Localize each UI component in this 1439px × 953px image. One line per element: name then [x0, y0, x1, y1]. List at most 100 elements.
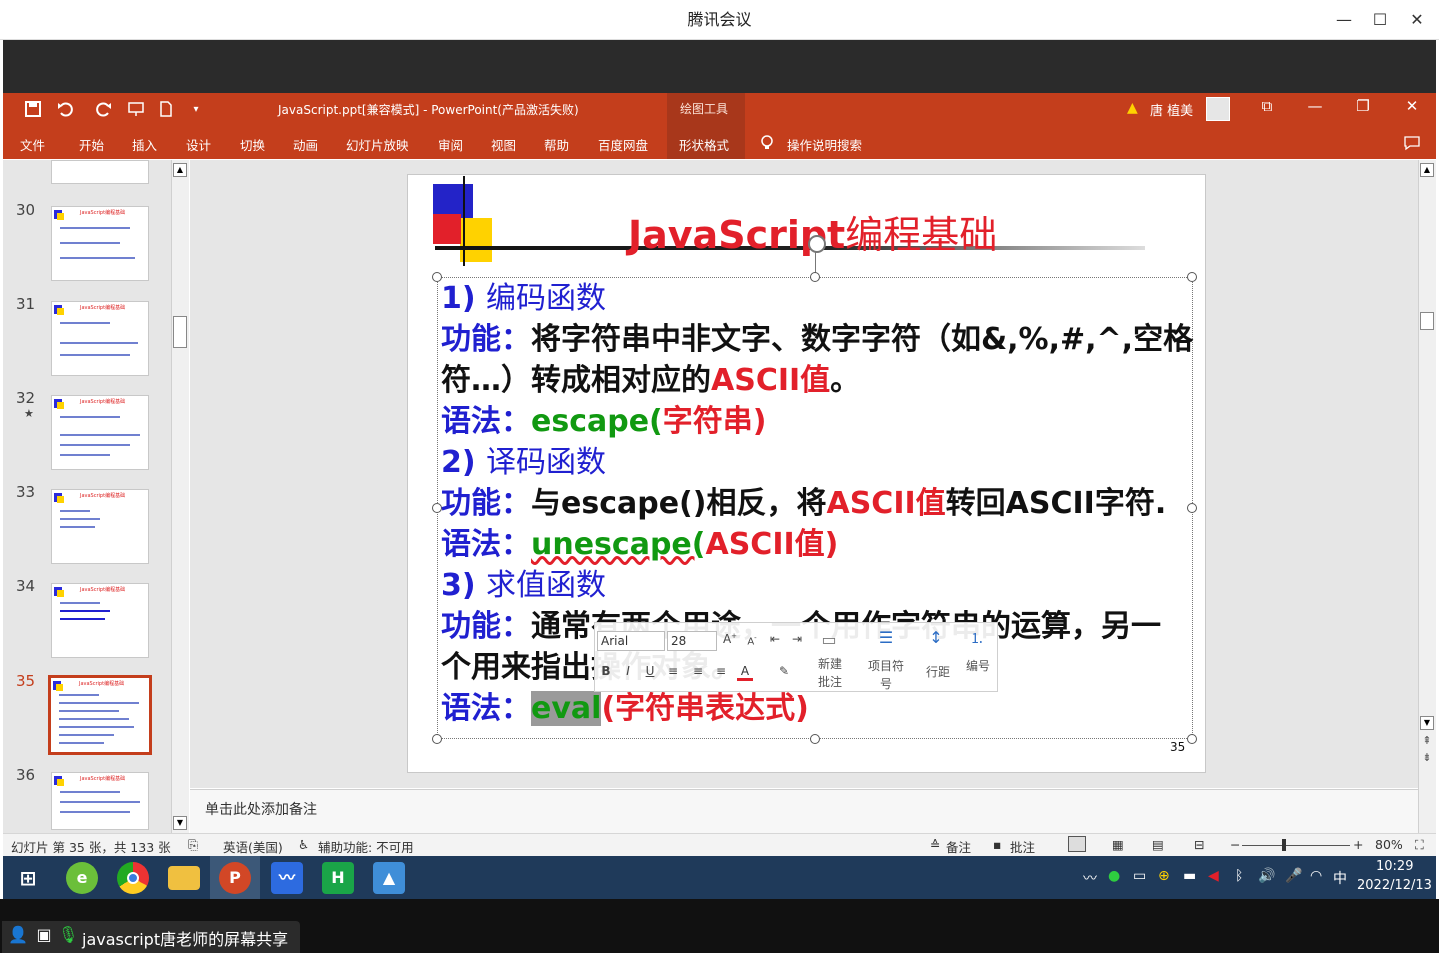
- powerpoint-icon[interactable]: P: [219, 862, 251, 894]
- bullets-label-1[interactable]: 项目符: [862, 657, 910, 674]
- photos-icon[interactable]: ▲: [373, 862, 405, 894]
- tab-slideshow[interactable]: 幻灯片放映: [346, 135, 409, 154]
- slide-thumbnail[interactable]: JavaScript编程基础: [51, 772, 149, 830]
- ppt-close-icon[interactable]: ✕: [1400, 97, 1424, 115]
- slide-scrollbar[interactable]: [1418, 160, 1436, 833]
- scroll-thumb[interactable]: [1420, 312, 1434, 330]
- zoom-level[interactable]: 80%: [1375, 837, 1403, 852]
- align-right-icon[interactable]: ≡: [713, 664, 729, 678]
- format-painter-icon[interactable]: ✎: [775, 664, 793, 678]
- shrink-font-icon[interactable]: A-: [744, 634, 760, 647]
- slide-thumbnail[interactable]: JavaScript编程基础: [51, 583, 149, 658]
- scroll-down-button[interactable]: ▼: [1420, 716, 1434, 730]
- file-explorer-icon[interactable]: [168, 866, 200, 890]
- tab-review[interactable]: 审阅: [438, 135, 463, 154]
- notes-button[interactable]: 备注: [946, 837, 971, 856]
- resize-handle[interactable]: [810, 734, 820, 744]
- tab-baidu[interactable]: 百度网盘: [598, 135, 648, 154]
- language-indicator[interactable]: 英语(美国): [223, 837, 283, 856]
- tab-transitions[interactable]: 切换: [240, 135, 265, 154]
- zoom-out-icon[interactable]: −: [1230, 837, 1240, 852]
- new-doc-icon[interactable]: [155, 100, 177, 123]
- scroll-thumb[interactable]: [173, 316, 187, 348]
- zoom-in-icon[interactable]: +: [1353, 837, 1363, 852]
- font-name-box[interactable]: Arial: [597, 631, 665, 651]
- volume-icon[interactable]: 🔊: [1258, 868, 1275, 884]
- undo-icon[interactable]: [54, 100, 76, 123]
- numbering-label[interactable]: 编号: [958, 657, 998, 674]
- comments-icon[interactable]: [1403, 135, 1421, 154]
- flag-icon[interactable]: ◀: [1208, 868, 1219, 884]
- slide-thumbnail[interactable]: JavaScript编程基础: [51, 301, 149, 376]
- notes-pane[interactable]: [190, 789, 1418, 833]
- increase-indent-icon[interactable]: ⇥: [788, 632, 806, 646]
- tab-help[interactable]: 帮助: [544, 135, 569, 154]
- zoom-slider[interactable]: [1242, 845, 1350, 846]
- comments-button[interactable]: 批注: [1010, 837, 1035, 856]
- bold-icon[interactable]: B: [599, 664, 613, 678]
- ime-indicator[interactable]: 中: [1333, 868, 1347, 888]
- slide-sorter-icon[interactable]: ▦: [1112, 837, 1124, 852]
- scroll-up-button[interactable]: ▲: [173, 163, 187, 177]
- ribbon-display-icon[interactable]: ⧉: [1255, 97, 1279, 115]
- tab-file[interactable]: 文件: [20, 135, 45, 154]
- reading-view-icon[interactable]: ▤: [1152, 837, 1164, 852]
- tab-shape-format[interactable]: 形状格式: [679, 135, 729, 154]
- resize-handle[interactable]: [1187, 734, 1197, 744]
- accessibility-status[interactable]: 辅助功能: 不可用: [318, 837, 414, 856]
- resize-handle[interactable]: [1187, 503, 1197, 513]
- thumbnails-scrollbar[interactable]: [171, 160, 189, 833]
- bullets-label-2[interactable]: 号: [862, 675, 910, 692]
- decrease-indent-icon[interactable]: ⇤: [766, 632, 784, 646]
- tencent-meeting-icon[interactable]: 〰: [271, 862, 303, 894]
- presenter-icon[interactable]: [125, 100, 147, 123]
- new-comment-icon[interactable]: ▭: [818, 630, 840, 649]
- wechat-icon[interactable]: ●: [1108, 868, 1120, 884]
- grow-font-icon[interactable]: A+: [722, 632, 738, 646]
- italic-icon[interactable]: I: [621, 664, 635, 678]
- resize-handle[interactable]: [810, 272, 820, 282]
- ppt-minimize-icon[interactable]: —: [1303, 97, 1327, 115]
- tab-insert[interactable]: 插入: [132, 135, 157, 154]
- redo-icon[interactable]: [93, 100, 115, 123]
- new-comment-label-2[interactable]: 批注: [812, 673, 848, 690]
- windows-start-icon[interactable]: ⊞: [12, 862, 44, 894]
- zoom-slider-knob[interactable]: [1282, 839, 1286, 851]
- close-button[interactable]: ✕: [1405, 8, 1429, 32]
- microphone-on-icon[interactable]: 🎙: [58, 925, 78, 947]
- clock-time[interactable]: 10:29: [1376, 859, 1413, 874]
- font-size-box[interactable]: 28: [667, 631, 717, 651]
- chrome-icon[interactable]: [117, 862, 149, 894]
- tab-design[interactable]: 设计: [186, 135, 211, 154]
- slide-thumbnail[interactable]: JavaScript编程基础: [51, 206, 149, 281]
- slide-thumbnail-selected[interactable]: JavaScript编程基础: [48, 675, 152, 755]
- wifi-icon[interactable]: ◠: [1310, 868, 1322, 884]
- next-slide-icon[interactable]: ⇟: [1420, 752, 1434, 766]
- ppt-restore-icon[interactable]: ❐: [1351, 97, 1375, 115]
- align-center-icon[interactable]: ≡: [690, 664, 706, 678]
- browser-360-icon[interactable]: e: [66, 862, 98, 894]
- align-left-icon[interactable]: ≡: [665, 664, 681, 678]
- tell-me-search[interactable]: 操作说明搜索: [787, 135, 862, 154]
- rotate-handle[interactable]: [808, 235, 826, 253]
- underline-icon[interactable]: U: [643, 664, 657, 678]
- scroll-down-button[interactable]: ▼: [173, 816, 187, 830]
- clock-date[interactable]: 2022/12/13: [1357, 878, 1432, 893]
- font-color-icon[interactable]: A: [737, 664, 753, 681]
- comment-icon[interactable]: ▪: [993, 837, 1001, 852]
- customize-icon[interactable]: ▾: [185, 104, 207, 115]
- usb-icon[interactable]: ▬: [1183, 868, 1196, 884]
- resize-handle[interactable]: [1187, 272, 1197, 282]
- save-icon[interactable]: [22, 100, 44, 123]
- scroll-up-button[interactable]: ▲: [1420, 163, 1434, 177]
- tab-view[interactable]: 视图: [491, 135, 516, 154]
- minimize-button[interactable]: —: [1332, 8, 1356, 32]
- tab-animations[interactable]: 动画: [293, 135, 318, 154]
- display-icon[interactable]: ▭: [1133, 868, 1146, 884]
- resize-handle[interactable]: [432, 734, 442, 744]
- tab-home[interactable]: 开始: [79, 135, 104, 154]
- slideshow-icon[interactable]: ⊟: [1194, 837, 1204, 852]
- line-spacing-icon[interactable]: ↕: [923, 628, 949, 647]
- normal-view-icon[interactable]: [1068, 836, 1086, 852]
- maximize-button[interactable]: ☐: [1368, 8, 1392, 32]
